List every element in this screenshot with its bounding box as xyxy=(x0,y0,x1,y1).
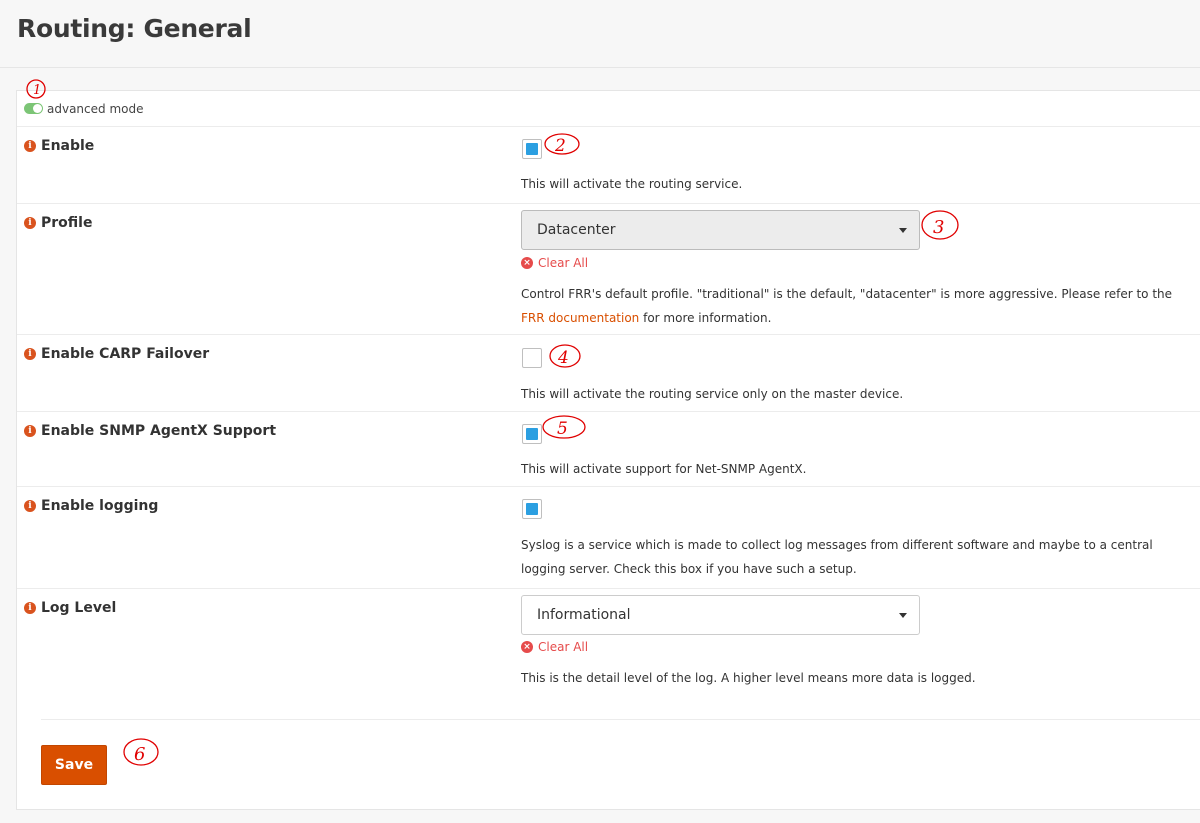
close-circle-icon: × xyxy=(521,257,533,269)
log-level-clear-label: Clear All xyxy=(538,640,589,654)
info-icon[interactable]: i xyxy=(24,217,36,229)
toggle-knob xyxy=(33,104,42,113)
advanced-mode-row: advanced mode xyxy=(17,91,1200,127)
info-icon[interactable]: i xyxy=(24,425,36,437)
save-button[interactable]: Save xyxy=(41,745,107,785)
logging-row: i Enable logging Syslog is a service whi… xyxy=(17,487,1200,589)
enable-checkbox[interactable] xyxy=(522,139,542,159)
close-circle-icon: × xyxy=(521,641,533,653)
page-title: Routing: General xyxy=(17,14,252,43)
page-header: Routing: General xyxy=(0,0,1200,68)
advanced-mode-label: advanced mode xyxy=(47,102,144,116)
carp-checkbox[interactable] xyxy=(522,348,542,368)
divider xyxy=(41,719,1200,720)
profile-help: Control FRR's default profile. "traditio… xyxy=(521,282,1181,330)
info-icon[interactable]: i xyxy=(24,348,36,360)
logging-label-text: Enable logging xyxy=(41,498,159,514)
profile-help-line1: Control FRR's default profile. "traditio… xyxy=(521,287,1173,301)
log-level-row: i Log Level Informational × Clear All Th… xyxy=(17,589,1200,719)
logging-help-line2: logging server. Check this box if you ha… xyxy=(521,562,857,576)
profile-select[interactable]: Datacenter xyxy=(521,210,920,250)
log-level-select-value: Informational xyxy=(537,607,631,623)
profile-clear-label: Clear All xyxy=(538,256,589,270)
log-level-select[interactable]: Informational xyxy=(521,595,920,635)
caret-down-icon xyxy=(899,613,907,618)
profile-label: i Profile xyxy=(24,215,92,231)
profile-help-line2: for more information. xyxy=(639,311,772,325)
enable-help: This will activate the routing service. xyxy=(521,177,743,191)
logging-help-line1: Syslog is a service which is made to col… xyxy=(521,538,1153,552)
logging-help: Syslog is a service which is made to col… xyxy=(521,533,1181,581)
snmp-label: i Enable SNMP AgentX Support xyxy=(24,423,276,439)
info-icon[interactable]: i xyxy=(24,140,36,152)
log-level-label-text: Log Level xyxy=(41,600,117,616)
profile-label-text: Profile xyxy=(41,215,93,231)
enable-label: i Enable xyxy=(24,138,94,154)
settings-panel: advanced mode i Enable This will activat… xyxy=(16,90,1200,810)
profile-select-value: Datacenter xyxy=(537,222,616,238)
enable-label-text: Enable xyxy=(41,138,95,154)
enable-row: i Enable This will activate the routing … xyxy=(17,127,1200,204)
info-icon[interactable]: i xyxy=(24,500,36,512)
carp-label-text: Enable CARP Failover xyxy=(41,346,210,362)
snmp-help: This will activate support for Net-SNMP … xyxy=(521,462,807,476)
logging-checkbox[interactable] xyxy=(522,499,542,519)
caret-down-icon xyxy=(899,228,907,233)
profile-clear-all[interactable]: × Clear All xyxy=(521,256,588,270)
advanced-mode-toggle[interactable] xyxy=(24,103,43,114)
carp-help: This will activate the routing service o… xyxy=(521,387,904,401)
info-icon[interactable]: i xyxy=(24,602,36,614)
log-level-clear-all[interactable]: × Clear All xyxy=(521,640,588,654)
snmp-row: i Enable SNMP AgentX Support This will a… xyxy=(17,412,1200,487)
snmp-label-text: Enable SNMP AgentX Support xyxy=(41,423,277,439)
log-level-label: i Log Level xyxy=(24,600,116,616)
profile-row: i Profile Datacenter × Clear All Control… xyxy=(17,204,1200,335)
frr-documentation-link[interactable]: FRR documentation xyxy=(521,311,639,325)
log-level-help: This is the detail level of the log. A h… xyxy=(521,671,976,685)
carp-row: i Enable CARP Failover This will activat… xyxy=(17,335,1200,412)
logging-label: i Enable logging xyxy=(24,498,158,514)
snmp-checkbox[interactable] xyxy=(522,424,542,444)
carp-label: i Enable CARP Failover xyxy=(24,346,209,362)
